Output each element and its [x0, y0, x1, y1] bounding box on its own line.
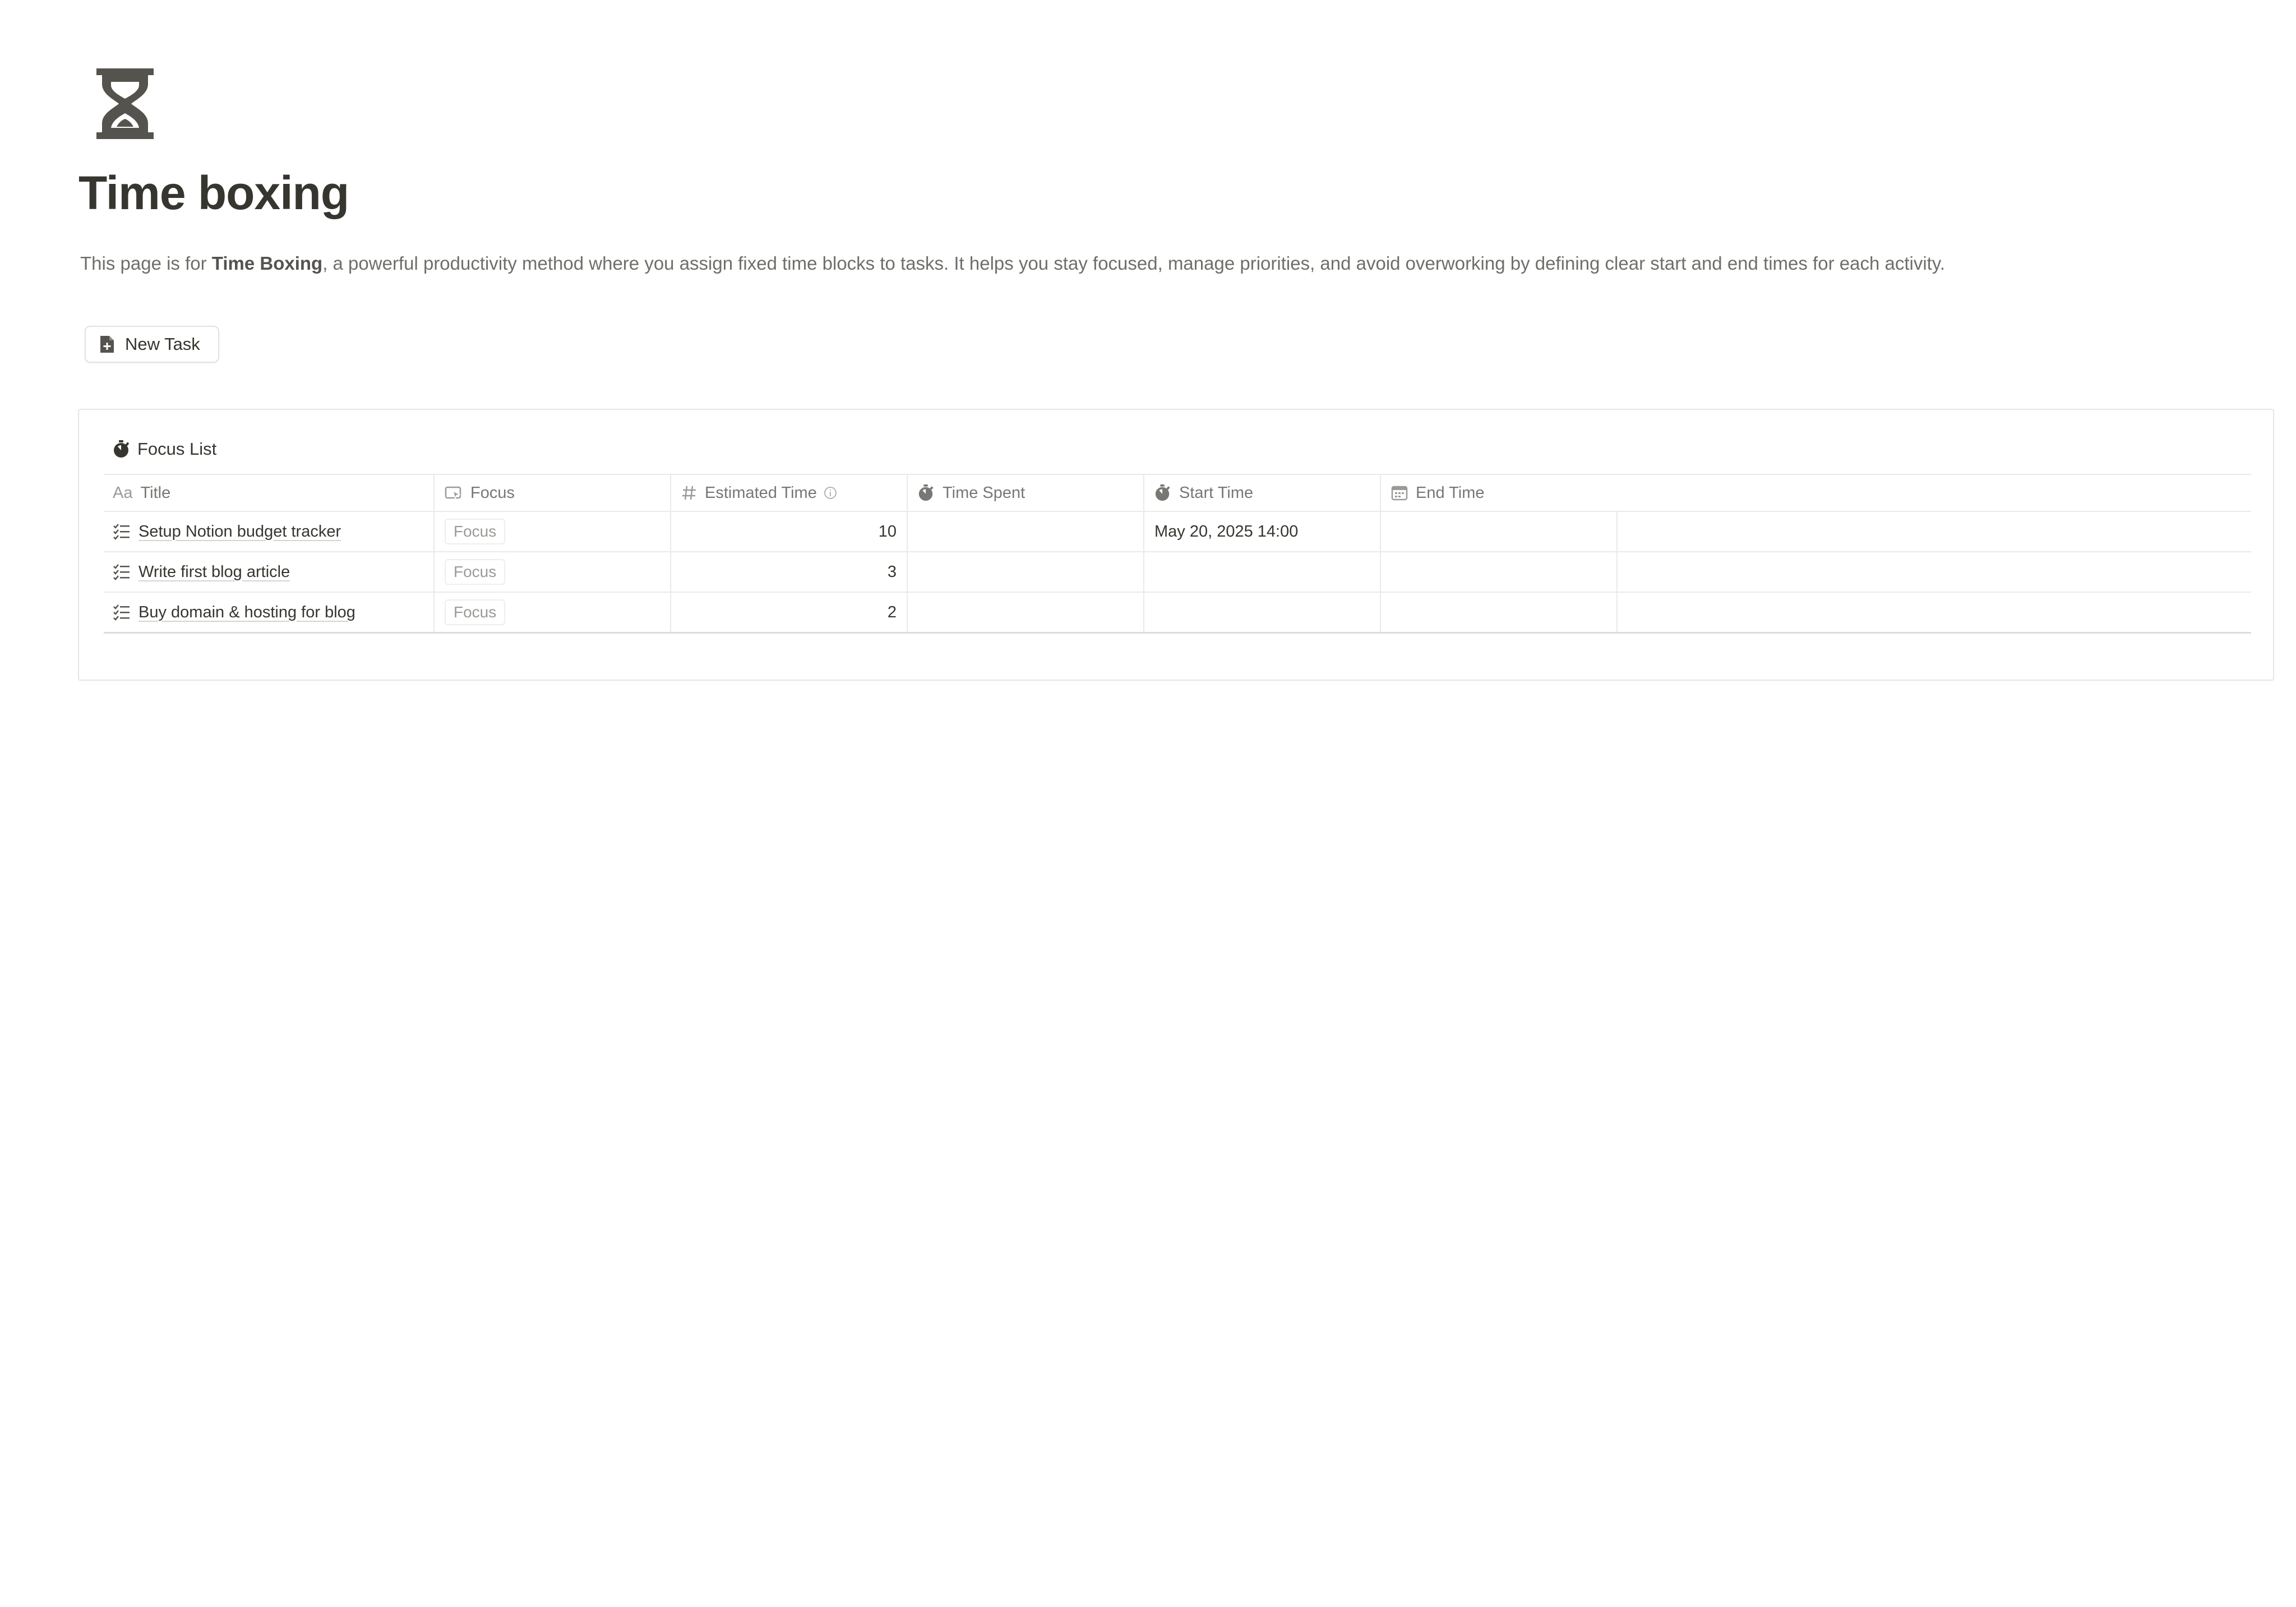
button-cursor-icon — [445, 486, 461, 500]
table-header: Aa Title Focus Estimated Time Time Spent… — [104, 474, 2251, 512]
checklist-icon — [113, 524, 130, 540]
estimated-time-cell[interactable]: 2 — [671, 593, 908, 632]
column-header-title-label: Title — [140, 483, 171, 502]
row-title[interactable]: Write first blog article — [138, 563, 290, 581]
database-title-text: Focus List — [137, 439, 217, 459]
column-header-estimated-time-label: Estimated Time — [705, 483, 817, 502]
table-row[interactable]: Write first blog article Focus 3 — [104, 552, 2251, 593]
time-spent-cell[interactable] — [908, 512, 1144, 551]
title-cell[interactable]: Buy domain & hosting for blog — [104, 593, 435, 632]
table-row[interactable]: Setup Notion budget tracker Focus 10 May… — [104, 512, 2251, 552]
row-title[interactable]: Buy domain & hosting for blog — [138, 603, 355, 622]
new-task-button[interactable]: New Task — [85, 326, 219, 363]
start-time-cell[interactable] — [1144, 593, 1381, 632]
start-time-cell[interactable] — [1144, 552, 1381, 592]
page: Time boxing This page is for Time Boxing… — [0, 0, 2296, 1607]
title-cell[interactable]: Write first blog article — [104, 552, 435, 592]
focus-cell: Focus — [435, 552, 671, 592]
description-prefix: This page is for — [80, 253, 212, 274]
column-header-focus-label: Focus — [470, 483, 515, 502]
column-header-title[interactable]: Aa Title — [104, 475, 435, 511]
focus-table: Aa Title Focus Estimated Time Time Spent… — [104, 474, 2251, 634]
text-type-icon: Aa — [113, 483, 133, 502]
column-header-estimated-time[interactable]: Estimated Time — [671, 475, 908, 511]
description-bold: Time Boxing — [211, 253, 323, 274]
column-header-end-time-label: End Time — [1416, 483, 1485, 502]
column-header-start-time-label: Start Time — [1179, 483, 1254, 502]
focus-button[interactable]: Focus — [445, 558, 506, 585]
description-suffix: , a powerful productivity method where y… — [322, 253, 1946, 274]
estimated-time-cell[interactable]: 3 — [671, 552, 908, 592]
time-spent-cell[interactable] — [908, 593, 1144, 632]
column-header-end-time[interactable]: End Time — [1381, 475, 1618, 511]
empty-cell — [1618, 512, 2251, 551]
end-time-cell[interactable] — [1381, 593, 1618, 632]
focus-cell: Focus — [435, 512, 671, 551]
column-header-focus[interactable]: Focus — [435, 475, 671, 511]
focus-cell: Focus — [435, 593, 671, 632]
focus-button[interactable]: Focus — [445, 599, 506, 626]
checklist-icon — [113, 604, 130, 621]
stopwatch-icon — [114, 440, 130, 458]
stopwatch-icon — [1155, 484, 1170, 501]
focus-button[interactable]: Focus — [445, 518, 506, 545]
page-title: Time boxing — [78, 167, 349, 219]
end-time-cell[interactable] — [1381, 552, 1618, 592]
column-header-time-spent[interactable]: Time Spent — [908, 475, 1144, 511]
table-row[interactable]: Buy domain & hosting for blog Focus 2 — [104, 593, 2251, 634]
page-description: This page is for Time Boxing, a powerful… — [80, 252, 1945, 276]
estimated-time-cell[interactable]: 10 — [671, 512, 908, 551]
row-title[interactable]: Setup Notion budget tracker — [138, 523, 341, 541]
title-cell[interactable]: Setup Notion budget tracker — [104, 512, 435, 551]
column-header-time-spent-label: Time Spent — [943, 483, 1025, 502]
start-time-value: May 20, 2025 14:00 — [1154, 522, 1299, 541]
stopwatch-icon — [918, 484, 934, 501]
hash-icon — [682, 486, 696, 500]
database-title[interactable]: Focus List — [113, 439, 216, 459]
hourglass-icon[interactable] — [94, 67, 156, 140]
calendar-icon — [1391, 486, 1408, 501]
focus-list-database: Focus List Aa Title Focus Estimated Time… — [78, 409, 2274, 681]
start-time-cell[interactable]: May 20, 2025 14:00 — [1144, 512, 1381, 551]
empty-cell — [1618, 552, 2251, 592]
info-icon[interactable] — [824, 486, 837, 500]
checklist-icon — [113, 564, 130, 580]
document-plus-icon — [100, 336, 114, 353]
empty-cell — [1618, 593, 2251, 632]
time-spent-cell[interactable] — [908, 552, 1144, 592]
end-time-cell[interactable] — [1381, 512, 1618, 551]
new-task-label: New Task — [125, 334, 200, 354]
column-header-start-time[interactable]: Start Time — [1144, 475, 1381, 511]
